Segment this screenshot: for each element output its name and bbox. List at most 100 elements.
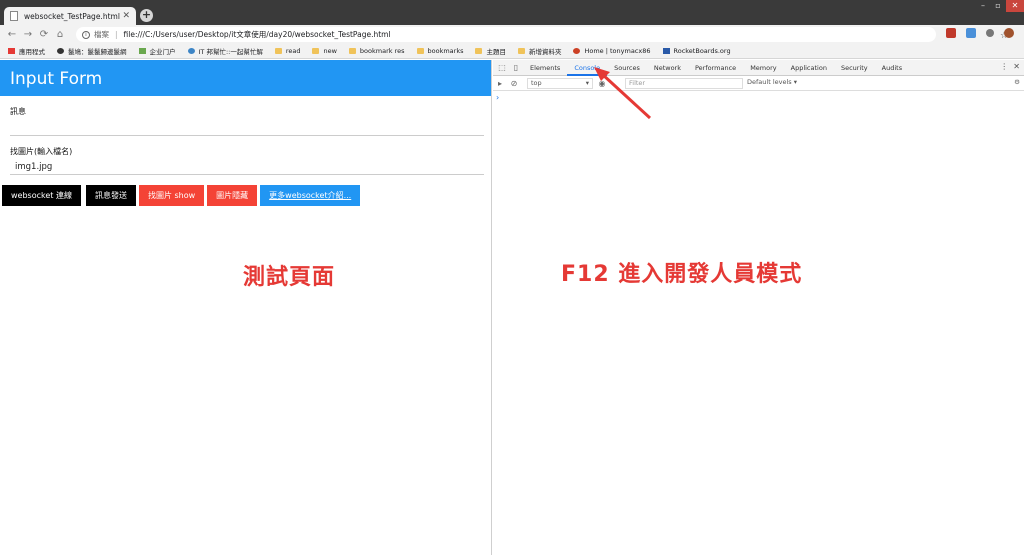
- hide-image-button[interactable]: 圖片隱藏: [207, 185, 258, 206]
- cast-extension-icon[interactable]: [966, 28, 976, 38]
- more-link-button[interactable]: 更多websocket介紹...: [260, 185, 361, 206]
- bookmark-apps[interactable]: 應用程式: [8, 46, 45, 56]
- chevron-down-icon: ▾: [585, 79, 589, 87]
- window-controls: – ▫ ✕: [975, 0, 1024, 14]
- reload-icon[interactable]: ⟳: [36, 29, 52, 40]
- bookmark-folder[interactable]: bookmark res: [348, 47, 405, 55]
- address-bar[interactable]: i 檔案 | file:///C:/Users/user/Desktop/it文…: [76, 27, 1008, 42]
- bookmark-item[interactable]: 企业门户: [138, 46, 176, 56]
- folder-icon: [517, 48, 525, 54]
- left-annotation: 測試頁面: [243, 265, 336, 290]
- message-label: 訊息: [10, 107, 26, 116]
- bookmark-item[interactable]: Home | tonymacx86: [573, 47, 651, 55]
- bookmark-label: IT 邦幫忙::一起幫忙解: [198, 48, 263, 56]
- back-icon[interactable]: ←: [4, 29, 20, 40]
- ithelp-icon: [187, 48, 195, 54]
- apps-grid-icon: [8, 48, 15, 54]
- minimize-icon[interactable]: –: [976, 0, 990, 12]
- bookmark-folder[interactable]: read: [274, 47, 301, 55]
- folder-icon: [312, 48, 320, 54]
- info-icon[interactable]: i: [82, 30, 90, 39]
- eye-icon[interactable]: ◉: [595, 76, 609, 90]
- sidebar-toggle-icon[interactable]: ▸: [493, 76, 507, 90]
- tab-performance[interactable]: Performance: [688, 60, 743, 76]
- bookmark-label: 新增資料夾: [528, 48, 562, 56]
- clear-console-icon[interactable]: ⊘: [507, 76, 521, 90]
- pdf-extension-icon[interactable]: [946, 28, 956, 38]
- close-tab-icon[interactable]: ✕: [122, 11, 130, 21]
- devtools-menu-icon[interactable]: ⋮ ✕: [1000, 62, 1020, 71]
- bookmarks-bar: 應用程式 鬣鳩：鬣鬣歸邊鬣網 企业门户 IT 邦幫忙::一起幫忙解 read n…: [0, 44, 1024, 59]
- context-select[interactable]: top ▾: [527, 77, 593, 89]
- apple-icon: [573, 48, 581, 54]
- tab-elements[interactable]: Elements: [523, 60, 567, 76]
- bookmark-label: bookmark res: [359, 47, 405, 55]
- gear-icon[interactable]: ⚙: [1014, 78, 1020, 86]
- portal-icon: [138, 48, 146, 54]
- home-icon[interactable]: ⌂: [52, 29, 68, 40]
- tab-memory[interactable]: Memory: [743, 60, 783, 76]
- address-separator: |: [115, 30, 118, 39]
- bookmark-label: new: [323, 47, 337, 55]
- context-value: top: [531, 79, 542, 87]
- show-image-button[interactable]: 找圖片 show: [138, 185, 205, 206]
- bookmark-item[interactable]: IT 邦幫忙::一起幫忙解: [187, 46, 263, 56]
- send-button[interactable]: 訊息發送: [85, 185, 136, 206]
- console-prompt[interactable]: ›: [496, 93, 499, 102]
- connect-button[interactable]: websocket 連線: [2, 185, 81, 206]
- bookmark-folder[interactable]: 主題目: [475, 46, 506, 56]
- close-window-icon[interactable]: ✕: [1006, 0, 1024, 12]
- inspect-icon[interactable]: ⬚: [495, 61, 509, 75]
- message-input[interactable]: [10, 120, 484, 136]
- tab-sources[interactable]: Sources: [607, 60, 647, 76]
- bookmark-item[interactable]: RocketBoards.org: [662, 47, 731, 55]
- menu-dot-icon[interactable]: [986, 29, 994, 37]
- bookmark-label: 主題目: [486, 48, 506, 56]
- bookmark-label: Home | tonymacx86: [584, 47, 651, 55]
- penguin-icon: [57, 48, 64, 54]
- file-icon: [10, 11, 18, 21]
- maximize-icon[interactable]: ▫: [991, 0, 1005, 12]
- devtools-panel: ⬚ ▯ Elements Console Sources Network Per…: [493, 60, 1024, 555]
- log-levels-select[interactable]: Default levels ▾: [747, 78, 797, 86]
- bookmark-label: 企业门户: [149, 48, 176, 56]
- extension-icons: ⋮: [946, 28, 1024, 38]
- bookmark-folder[interactable]: 新增資料夾: [517, 46, 562, 56]
- right-annotation: F12 進入開發人員模式: [561, 262, 803, 287]
- tab-security[interactable]: Security: [834, 60, 875, 76]
- folder-icon: [348, 48, 356, 54]
- tab-application[interactable]: Application: [784, 60, 834, 76]
- browser-tab[interactable]: websocket_TestPage.html ✕: [4, 7, 136, 25]
- window-titlebar: websocket_TestPage.html ✕ + – ▫ ✕: [0, 0, 1024, 25]
- bookmark-label: read: [285, 47, 301, 55]
- bookmark-folder[interactable]: bookmarks: [416, 47, 464, 55]
- browser-toolbar: ← → ⟳ ⌂ i 檔案 | file:///C:/Users/user/Des…: [0, 25, 1024, 44]
- image-label: 找圖片(輸入檔名): [10, 147, 73, 156]
- filter-input[interactable]: Filter: [625, 78, 743, 89]
- tab-title: websocket_TestPage.html: [24, 11, 120, 21]
- bookmark-label: 鬣鳩：鬣鬣歸邊鬣網: [68, 48, 127, 56]
- rocket-icon: [662, 48, 670, 54]
- folder-icon: [416, 48, 424, 54]
- tab-network[interactable]: Network: [647, 60, 688, 76]
- bookmark-label: bookmarks: [427, 47, 464, 55]
- console-toolbar: ▸ ⊘ top ▾ ◉ Filter Default levels ▾ ⚙: [493, 76, 1024, 91]
- bookmark-folder[interactable]: new: [312, 47, 337, 55]
- new-tab-button[interactable]: +: [140, 9, 153, 22]
- tab-console[interactable]: Console: [567, 60, 608, 76]
- folder-icon: [274, 48, 282, 54]
- devtools-tabbar: ⬚ ▯ Elements Console Sources Network Per…: [493, 60, 1024, 76]
- forward-icon[interactable]: →: [20, 29, 36, 40]
- device-toolbar-icon[interactable]: ▯: [509, 61, 523, 75]
- profile-avatar[interactable]: [1004, 28, 1014, 38]
- tab-audits[interactable]: Audits: [875, 60, 909, 76]
- page-header: Input Form: [0, 60, 491, 96]
- web-page: Input Form 訊息 找圖片(輸入檔名) img1.jpg websock…: [0, 60, 492, 555]
- button-row: websocket 連線 訊息發送 找圖片 show 圖片隱藏 更多websoc…: [2, 185, 363, 206]
- bookmark-label: RocketBoards.org: [673, 47, 731, 55]
- folder-icon: [475, 48, 483, 54]
- image-input[interactable]: img1.jpg: [10, 159, 484, 175]
- address-scheme: 檔案: [94, 30, 109, 39]
- bookmark-item[interactable]: 鬣鳩：鬣鬣歸邊鬣網: [57, 46, 127, 56]
- url-text: file:///C:/Users/user/Desktop/it文章使用/day…: [123, 30, 391, 39]
